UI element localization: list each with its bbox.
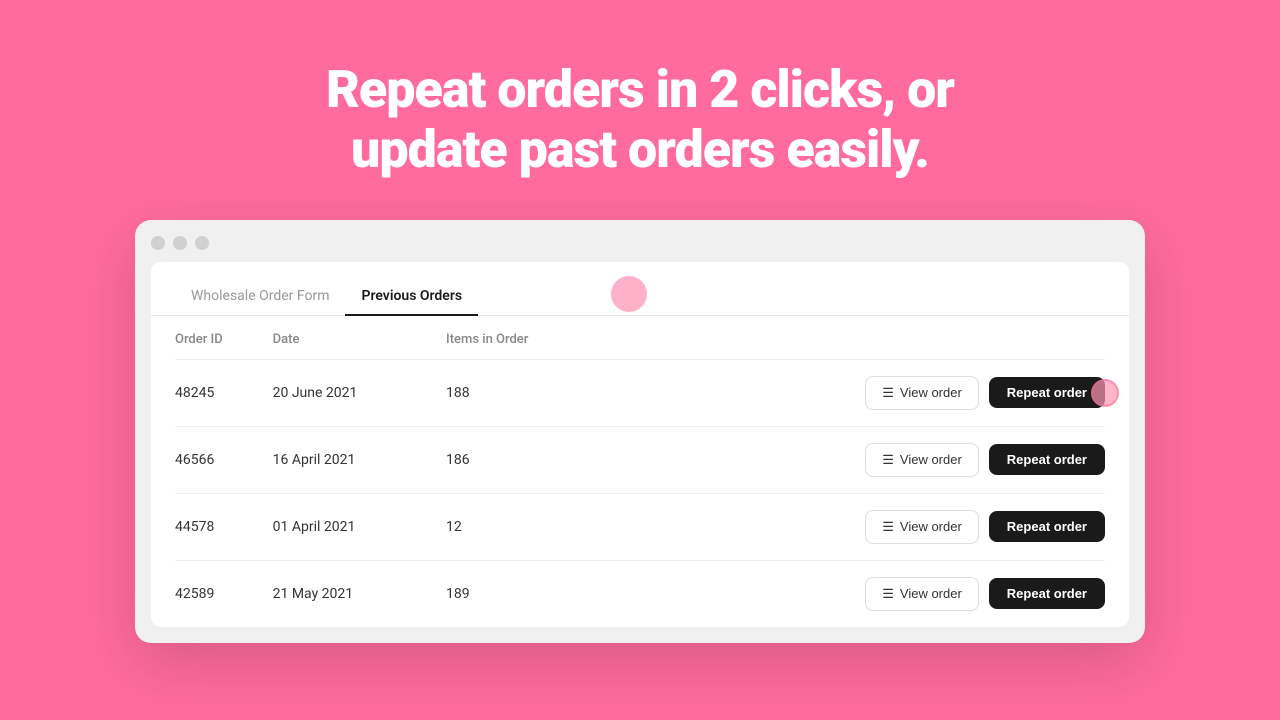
repeat-order-button[interactable]: Repeat order	[989, 444, 1105, 475]
view-order-button[interactable]: ☰ View order	[865, 443, 979, 477]
cell-date: 21 May 2021	[273, 560, 446, 627]
cell-actions: ☰ View order Repeat order	[614, 426, 1105, 493]
orders-table-container: Order ID Date Items in Order 48245 20 Ju…	[151, 316, 1129, 627]
cell-date: 16 April 2021	[273, 426, 446, 493]
repeat-order-button[interactable]: Repeat order	[989, 511, 1105, 542]
col-header-actions	[614, 316, 1105, 360]
table-row: 42589 21 May 2021 189 ☰ View order Repea…	[175, 560, 1105, 627]
table-row: 44578 01 April 2021 12 ☰ View order Repe…	[175, 493, 1105, 560]
orders-table: Order ID Date Items in Order 48245 20 Ju…	[175, 316, 1105, 627]
cell-order-id: 48245	[175, 359, 273, 426]
window-dot-red	[151, 236, 165, 250]
window-dot-yellow	[173, 236, 187, 250]
cell-actions: ☰ View order Repeat order	[614, 359, 1105, 426]
cell-actions: ☰ View order Repeat order	[614, 493, 1105, 560]
browser-window: Wholesale Order Form Previous Orders Ord…	[135, 220, 1145, 643]
cell-items: 189	[446, 560, 614, 627]
cell-date: 20 June 2021	[273, 359, 446, 426]
cell-order-id: 44578	[175, 493, 273, 560]
cell-items: 188	[446, 359, 614, 426]
col-header-date: Date	[273, 316, 446, 360]
cell-items: 186	[446, 426, 614, 493]
tab-wholesale-order-form[interactable]: Wholesale Order Form	[175, 278, 345, 316]
table-row: 46566 16 April 2021 186 ☰ View order Rep…	[175, 426, 1105, 493]
tabs-bar: Wholesale Order Form Previous Orders	[151, 262, 1129, 316]
view-order-button[interactable]: ☰ View order	[865, 510, 979, 544]
table-row: 48245 20 June 2021 188 ☰ View order Repe…	[175, 359, 1105, 426]
list-icon: ☰	[882, 452, 894, 468]
click-cursor	[1091, 379, 1119, 407]
cell-items: 12	[446, 493, 614, 560]
window-dot-green	[195, 236, 209, 250]
browser-content: Wholesale Order Form Previous Orders Ord…	[151, 262, 1129, 627]
col-header-order-id: Order ID	[175, 316, 273, 360]
repeat-order-button[interactable]: Repeat order	[989, 377, 1105, 408]
browser-chrome	[151, 236, 1129, 250]
view-order-button[interactable]: ☰ View order	[865, 577, 979, 611]
list-icon: ☰	[882, 586, 894, 602]
view-order-button[interactable]: ☰ View order	[865, 376, 979, 410]
list-icon: ☰	[882, 519, 894, 535]
cell-date: 01 April 2021	[273, 493, 446, 560]
cell-actions: ☰ View order Repeat order	[614, 560, 1105, 627]
cell-order-id: 46566	[175, 426, 273, 493]
tab-previous-orders[interactable]: Previous Orders	[345, 278, 478, 316]
hero-heading: Repeat orders in 2 clicks, or update pas…	[326, 0, 954, 220]
list-icon: ☰	[882, 385, 894, 401]
col-header-items: Items in Order	[446, 316, 614, 360]
cell-order-id: 42589	[175, 560, 273, 627]
repeat-order-button[interactable]: Repeat order	[989, 578, 1105, 609]
